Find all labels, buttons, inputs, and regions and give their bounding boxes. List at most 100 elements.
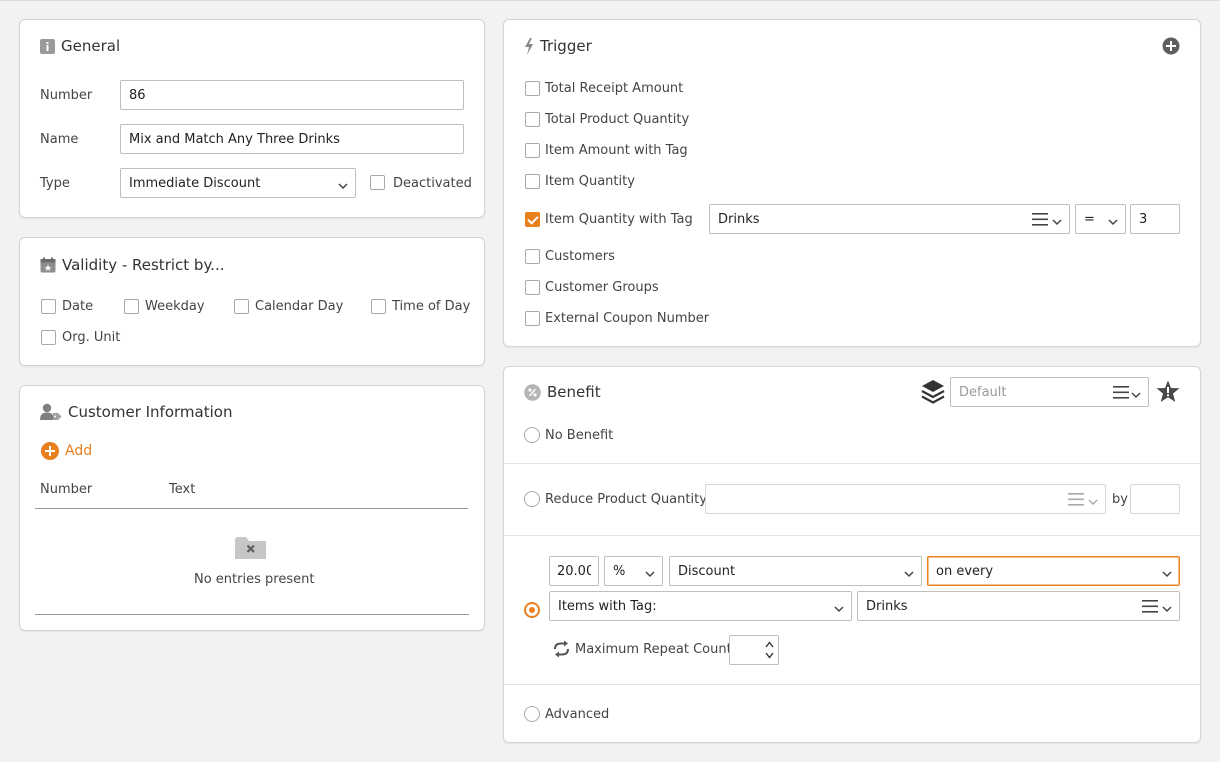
validity-time-of-day-checkbox[interactable] (371, 299, 386, 314)
calendar-icon (40, 257, 56, 273)
chevron-down-icon (1162, 567, 1172, 582)
validity-time-of-day-label: Time of Day (392, 299, 471, 314)
customer-info-title: Customer Information (40, 403, 232, 421)
trigger-customers-label: Customers (545, 249, 615, 264)
reduce-quantity-radio[interactable] (524, 491, 540, 507)
percent-badge-icon (524, 383, 541, 401)
top-divider (0, 0, 1220, 1)
empty-state-text: No entries present (194, 572, 315, 587)
trigger-operator-value: = (1084, 211, 1095, 227)
validity-weekday-checkbox[interactable] (124, 299, 139, 314)
chevron-down-icon (1131, 388, 1141, 403)
benefit-divider-3 (504, 684, 1200, 685)
add-trigger-icon[interactable] (1162, 37, 1180, 55)
trigger-tag-select[interactable]: Drinks (709, 204, 1070, 234)
layers-icon (921, 379, 945, 405)
discount-radio[interactable] (524, 602, 540, 618)
trigger-item-quantity-with-tag-label: Item Quantity with Tag (545, 212, 693, 227)
chevron-down-icon (338, 179, 348, 194)
star-alert-icon[interactable] (1156, 380, 1180, 403)
priority-placeholder: Default (959, 384, 1007, 400)
list-icon (1068, 493, 1084, 506)
trigger-customer-groups-checkbox[interactable] (525, 280, 540, 295)
reduce-product-select[interactable] (705, 484, 1106, 514)
advanced-radio[interactable] (524, 706, 540, 722)
discount-value-input[interactable] (549, 556, 599, 586)
trigger-item-quantity-checkbox[interactable] (525, 174, 540, 189)
trigger-item-amount-with-tag-label: Item Amount with Tag (545, 143, 688, 158)
customer-info-card: Customer Information Add Number Text No … (19, 385, 485, 631)
items-tag-select[interactable]: Drinks (857, 591, 1180, 621)
repeat-icon (552, 640, 571, 658)
validity-calendar-day-checkbox[interactable] (234, 299, 249, 314)
items-type-value: Items with Tag: (558, 598, 657, 614)
trigger-item-amount-with-tag-checkbox[interactable] (525, 143, 540, 158)
application-select[interactable]: on every (927, 556, 1180, 586)
column-header-number[interactable]: Number (40, 482, 92, 497)
trigger-item-quantity-with-tag-checkbox[interactable] (525, 212, 540, 227)
trigger-tag-select-value: Drinks (718, 211, 760, 227)
max-repeat-label: Maximum Repeat Count (575, 642, 732, 657)
list-icon (1142, 600, 1158, 613)
list-icon (1032, 213, 1048, 226)
items-type-select[interactable]: Items with Tag: (549, 591, 852, 621)
plus-circle-icon (41, 442, 59, 460)
validity-date-checkbox[interactable] (41, 299, 56, 314)
info-icon (40, 38, 55, 54)
trigger-quantity-input[interactable] (1130, 204, 1180, 234)
discount-unit-select[interactable]: % (604, 556, 663, 586)
user-tag-icon (40, 403, 62, 421)
chevron-down-icon (1088, 495, 1098, 510)
trigger-total-receipt-amount-checkbox[interactable] (525, 81, 540, 96)
general-title-text: General (61, 37, 121, 55)
reduce-quantity-label: Reduce Product Quantity (545, 492, 707, 507)
deactivated-checkbox[interactable] (370, 175, 385, 190)
number-label: Number (40, 88, 93, 103)
priority-select[interactable]: Default (950, 377, 1149, 407)
advanced-label: Advanced (545, 707, 610, 722)
validity-org-unit-label: Org. Unit (62, 330, 121, 345)
reduce-by-input[interactable] (1130, 484, 1180, 514)
trigger-card: Trigger Total Receipt Amount Total Produ… (503, 19, 1201, 347)
trigger-total-receipt-amount-label: Total Receipt Amount (545, 81, 684, 96)
validity-date-label: Date (62, 299, 94, 314)
deactivated-label: Deactivated (393, 176, 472, 191)
benefit-title: Benefit (524, 383, 601, 401)
general-card: General Number Name Type Immediate Disco… (19, 19, 485, 218)
table-bottom-divider (35, 614, 469, 615)
name-input[interactable] (120, 124, 464, 154)
general-title: General (40, 37, 120, 55)
list-icon (1113, 386, 1129, 399)
trigger-customers-checkbox[interactable] (525, 249, 540, 264)
add-button-label: Add (65, 443, 93, 459)
chevron-down-icon (1052, 215, 1062, 230)
column-header-text[interactable]: Text (169, 482, 195, 497)
no-benefit-radio[interactable] (524, 427, 540, 443)
type-label: Type (40, 176, 70, 191)
validity-title-text: Validity - Restrict by... (62, 256, 225, 274)
max-repeat-stepper[interactable] (729, 635, 779, 665)
validity-weekday-label: Weekday (145, 299, 205, 314)
trigger-title: Trigger (524, 37, 592, 55)
application-value: on every (936, 563, 994, 579)
type-select[interactable]: Immediate Discount (120, 168, 356, 198)
validity-org-unit-checkbox[interactable] (41, 330, 56, 345)
benefit-divider-1 (504, 463, 1200, 464)
discount-type-select[interactable]: Discount (669, 556, 922, 586)
stepper-arrows-icon[interactable] (765, 640, 774, 660)
table-header-divider (35, 508, 468, 509)
trigger-external-coupon-label: External Coupon Number (545, 311, 710, 326)
benefit-title-text: Benefit (547, 383, 601, 401)
trigger-item-quantity-label: Item Quantity (545, 174, 635, 189)
items-tag-value: Drinks (866, 598, 908, 614)
trigger-total-product-quantity-checkbox[interactable] (525, 112, 540, 127)
chevron-down-icon (1108, 215, 1118, 230)
benefit-divider-2 (504, 535, 1200, 536)
type-select-value: Immediate Discount (129, 175, 261, 191)
trigger-external-coupon-checkbox[interactable] (525, 311, 540, 326)
number-input[interactable] (120, 80, 464, 110)
validity-title: Validity - Restrict by... (40, 256, 225, 274)
trigger-operator-select[interactable]: = (1075, 204, 1126, 234)
add-button[interactable]: Add (41, 442, 92, 460)
folder-remove-icon (235, 536, 267, 560)
